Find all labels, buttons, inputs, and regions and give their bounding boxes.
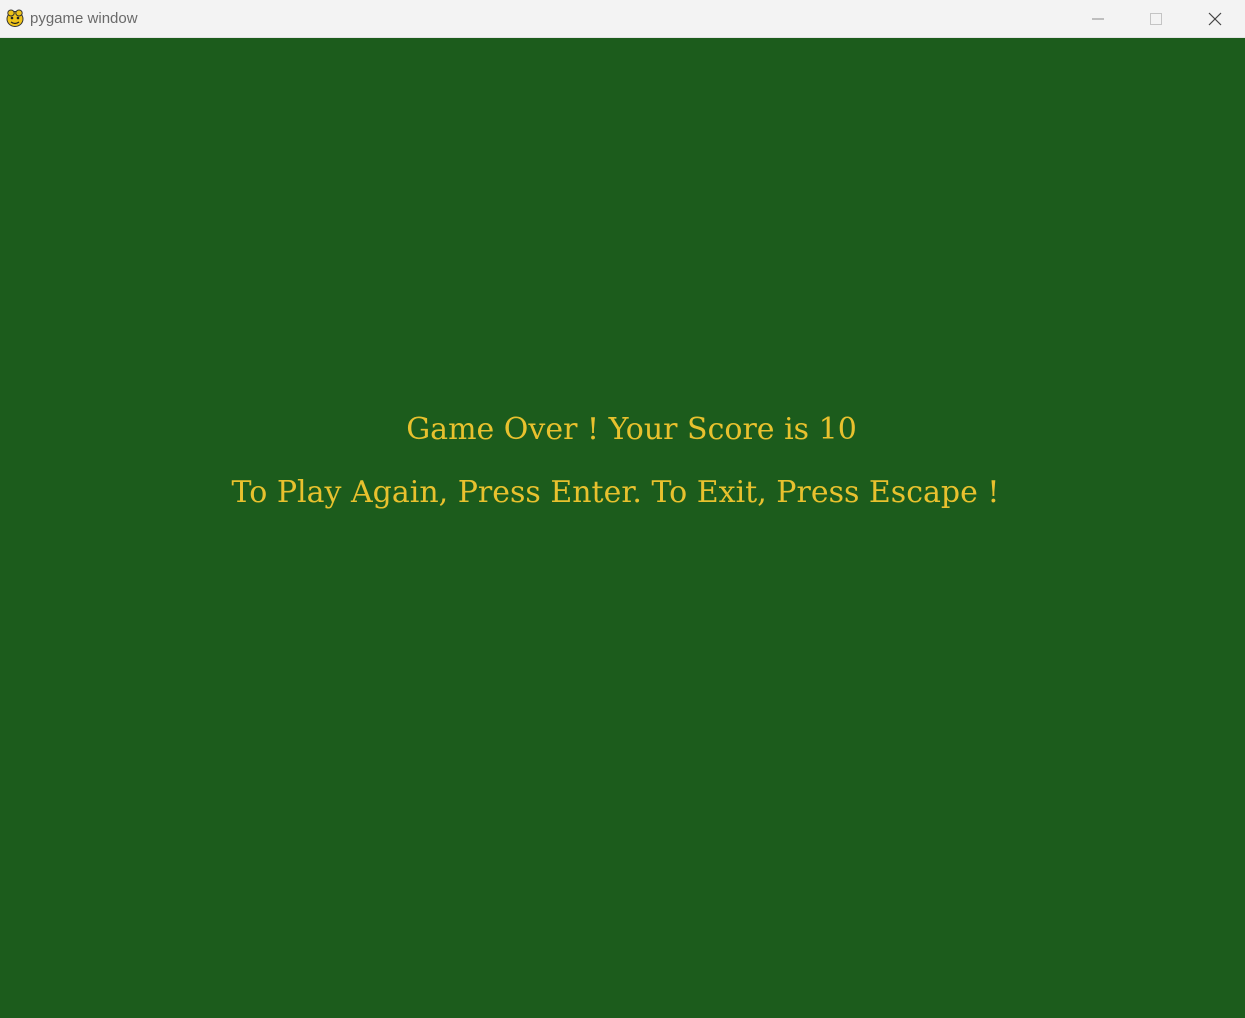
window-title: pygame window	[30, 10, 138, 27]
pygame-window: pygame window Game Over ! Your Score is …	[0, 0, 1245, 1018]
pygame-icon	[5, 8, 25, 28]
game-over-message: Game Over ! Your Score is 10	[406, 412, 857, 447]
minimize-button[interactable]	[1069, 0, 1127, 37]
close-icon	[1208, 12, 1222, 26]
minimize-icon	[1092, 13, 1104, 25]
maximize-icon	[1150, 12, 1162, 25]
title-bar[interactable]: pygame window	[0, 0, 1245, 38]
restart-instructions: To Play Again, Press Enter. To Exit, Pre…	[231, 475, 1000, 510]
game-surface[interactable]: Game Over ! Your Score is 10 To Play Aga…	[0, 38, 1245, 1018]
maximize-button[interactable]	[1127, 0, 1185, 37]
close-button[interactable]	[1186, 0, 1244, 37]
